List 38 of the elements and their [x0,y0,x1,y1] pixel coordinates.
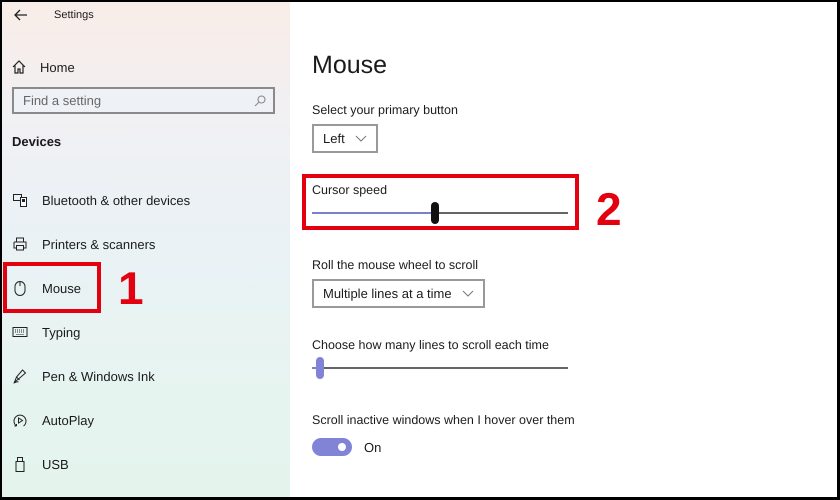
mouse-icon [12,280,28,296]
toggle-state: On [364,440,382,454]
chevron-icon [462,290,474,297]
dropdown[interactable]: Multiple lines at a time [312,279,485,308]
slider-thumb[interactable] [430,202,439,224]
dropdown[interactable]: Left [312,124,378,153]
home-icon [12,60,26,74]
setting-label: Cursor speed [312,182,388,198]
setting-label: Select your primary button [312,102,458,118]
window-title: Settings [54,9,94,21]
nav-item[interactable]: Printers & scanners [2,229,156,259]
annotation-number: 1 [118,265,144,311]
nav-item[interactable]: AutoPlay [2,405,94,435]
printer-icon [12,237,28,251]
setting-label: Roll the mouse wheel to scroll [312,257,478,273]
back-icon[interactable] [14,9,28,21]
nav-item[interactable]: Mouse [2,273,82,303]
search-icon [254,95,266,107]
section-heading: Devices [12,134,62,149]
chevron-icon [354,135,367,142]
devices-icon [12,193,28,207]
slider[interactable] [312,202,568,224]
nav-item[interactable]: Pen & Windows Ink [2,361,155,391]
slider[interactable] [312,357,568,379]
nav-item[interactable]: USB [2,449,69,479]
nav-item[interactable]: Bluetooth & other devices [2,185,190,215]
slider-thumb[interactable] [316,357,324,379]
annotation-number: 2 [596,186,622,232]
keyboard-icon [12,327,28,337]
page-title: Mouse [312,51,388,80]
home-link[interactable]: Home [2,58,290,76]
setting-label: Scroll inactive windows when I hover over them [312,412,575,428]
pen-icon [12,368,28,384]
toggle-switch[interactable] [312,438,352,456]
search-field[interactable]: Find a setting [12,87,275,114]
autoplay-icon [12,412,28,428]
setting-label: Choose how many lines to scroll each time [312,337,549,353]
nav-item[interactable]: Typing [2,317,80,347]
